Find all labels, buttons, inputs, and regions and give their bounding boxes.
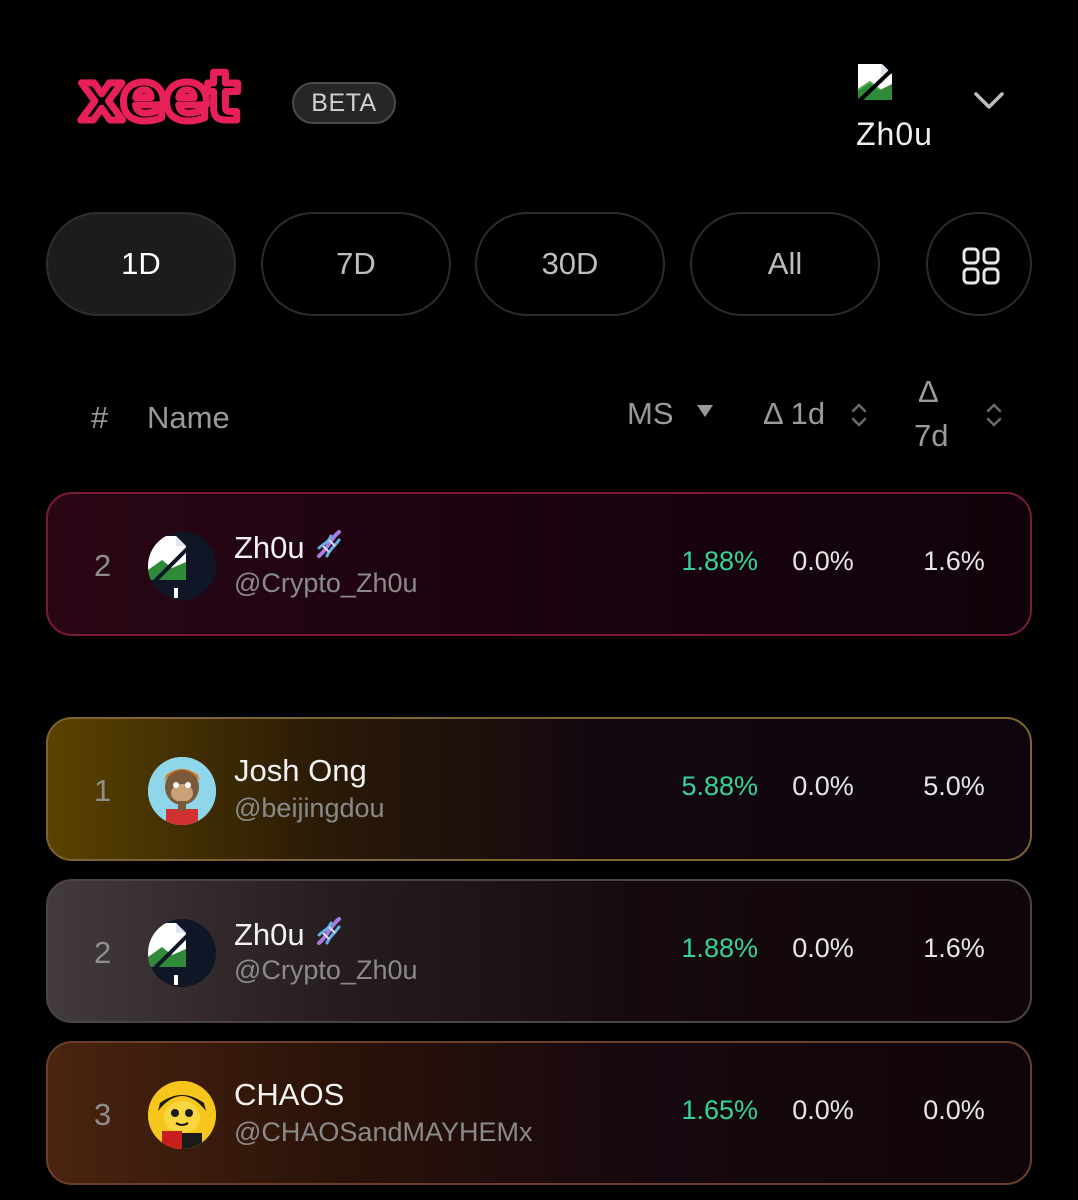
tab-1d[interactable]: 1D (46, 212, 236, 316)
delta-7d-value: 1.6% (923, 933, 985, 963)
user-name[interactable]: CHAOS (234, 1077, 344, 1113)
svg-text:xeet: xeet (80, 62, 238, 137)
avatar (148, 532, 216, 600)
user-handle[interactable]: @Crypto_Zh0u (234, 955, 418, 986)
avatar (148, 1081, 216, 1149)
user-name-text: Zh0u (234, 530, 305, 565)
sort-both-icon[interactable] (851, 401, 867, 429)
beta-badge: BETA (292, 82, 396, 124)
user-name[interactable]: Zh0u (234, 915, 345, 953)
ms-value: 5.88% (681, 771, 758, 801)
column-ms[interactable]: MS (627, 396, 674, 432)
delta-7d-value: 5.0% (923, 771, 985, 801)
ms-value: 1.88% (681, 546, 758, 576)
broken-image-icon (148, 923, 190, 985)
column-rank: # (91, 400, 109, 435)
user-name[interactable]: Zh0u (234, 528, 345, 566)
avatar (148, 919, 216, 987)
column-delta-7d-top[interactable]: Δ (918, 374, 939, 410)
broken-image-icon (854, 64, 896, 106)
tab-7d[interactable]: 7D (261, 212, 451, 316)
user-name-text: Zh0u (234, 917, 305, 952)
user-handle[interactable]: @beijingdou (234, 793, 385, 824)
profile-name: Zh0u (856, 116, 933, 152)
chevron-down-icon[interactable] (970, 86, 1008, 116)
current-user-row[interactable]: 2 Zh0u @Crypto_Zh0u 1.88% 0.0% 1.6% (46, 492, 1032, 636)
delta-7d-value: 1.6% (923, 546, 985, 576)
dna-icon (316, 917, 341, 945)
delta-1d-value: 0.0% (792, 546, 854, 576)
ape-avatar-icon (148, 757, 216, 825)
tab-all[interactable]: All (690, 212, 880, 316)
broken-image-icon (148, 536, 190, 598)
xeet-logo[interactable]: xeet (40, 55, 276, 142)
dna-icon (316, 530, 341, 558)
avatar (148, 757, 216, 825)
ms-value: 1.65% (681, 1095, 758, 1125)
rank: 2 (94, 935, 112, 970)
grid-icon (962, 247, 1000, 285)
sort-both-icon[interactable] (986, 401, 1002, 429)
tab-30d[interactable]: 30D (475, 212, 665, 316)
chaos-avatar-icon (148, 1081, 216, 1149)
user-name[interactable]: Josh Ong (234, 753, 367, 789)
user-handle[interactable]: @CHAOSandMAYHEMx (234, 1117, 532, 1148)
column-name: Name (147, 400, 230, 435)
column-delta-1d[interactable]: Δ 1d (763, 396, 825, 432)
grid-view-button[interactable] (926, 212, 1032, 316)
leaderboard-row[interactable]: 3 CHAOS @CHAOSandMAYHEMx 1.65% 0.0% 0.0% (46, 1041, 1032, 1185)
user-handle[interactable]: @Crypto_Zh0u (234, 568, 418, 599)
sort-desc-icon[interactable] (696, 404, 714, 418)
column-delta-7d-bottom[interactable]: 7d (914, 418, 948, 454)
user-name-text: CHAOS (234, 1077, 345, 1112)
profile-menu[interactable]: Zh0u (848, 56, 940, 152)
leaderboard-row[interactable]: 1 Josh Ong @beijingdou 5.88% 0.0% 5.0% (46, 717, 1032, 861)
delta-7d-value: 0.0% (923, 1095, 985, 1125)
leaderboard-row[interactable]: 2 Zh0u @Crypto_Zh0u 1.88% 0.0% 1.6% (46, 879, 1032, 1023)
rank: 1 (94, 773, 112, 808)
rank: 2 (94, 548, 112, 583)
ms-value: 1.88% (681, 933, 758, 963)
delta-1d-value: 0.0% (792, 771, 854, 801)
delta-1d-value: 0.0% (792, 933, 854, 963)
user-name-text: Josh Ong (234, 753, 367, 788)
rank: 3 (94, 1097, 112, 1132)
delta-1d-value: 0.0% (792, 1095, 854, 1125)
